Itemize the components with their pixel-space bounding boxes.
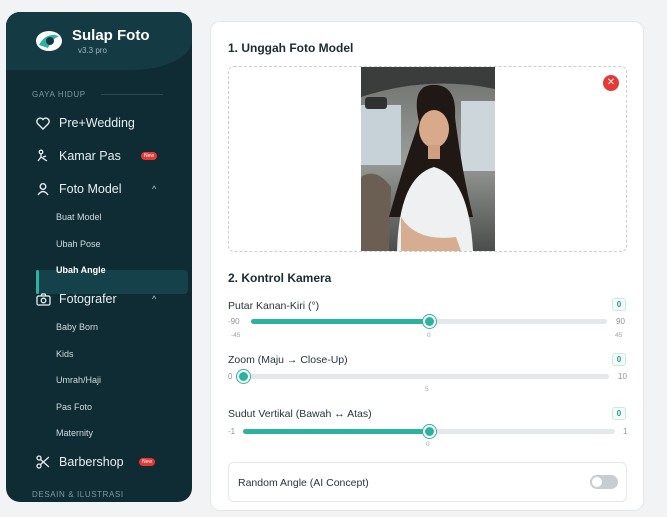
sidebar-item-label: Pre+Wedding xyxy=(59,116,135,130)
section-divider xyxy=(101,94,163,95)
camera-section-title: 2. Kontrol Kamera xyxy=(228,271,332,285)
remove-photo-button[interactable]: ✕ xyxy=(603,75,619,91)
slider-max-rotate: 90 xyxy=(616,317,625,326)
sub-item-buat-model[interactable]: Buat Model xyxy=(56,212,102,222)
model-photo xyxy=(361,67,495,251)
brand-version: v3.3 pro xyxy=(78,46,107,55)
slider-thumb[interactable] xyxy=(237,370,250,383)
hanger-icon xyxy=(34,147,52,165)
sidebar-item-pre-wedding[interactable]: Pre+Wedding xyxy=(6,111,192,135)
slider-rotate[interactable] xyxy=(251,315,607,328)
sidebar-item-label: Kamar Pas xyxy=(59,149,121,163)
chevron-up-icon: ^ xyxy=(152,294,157,304)
slider-max-zoom: 10 xyxy=(618,372,627,381)
sub-item-ubah-pose[interactable]: Ubah Pose xyxy=(56,239,101,249)
sidebar-item-label: Foto Model xyxy=(59,182,122,196)
section-label-desain-ilustrasi: DESAIN & ILUSTRASI xyxy=(32,490,124,499)
slider-max-vertical: 1 xyxy=(623,427,628,436)
slider-fill xyxy=(243,429,429,434)
brand-logo-icon xyxy=(36,31,62,51)
slider-min-vertical: -1 xyxy=(228,427,236,436)
sidebar-item-foto-model[interactable]: Foto Model ^ xyxy=(6,177,192,201)
chevron-up-icon: ^ xyxy=(152,184,157,194)
slider-min-zoom: 0 xyxy=(228,372,233,381)
slider-label-zoom: Zoom (Maju → Close-Up) xyxy=(228,354,348,366)
sub-item-pas-foto[interactable]: Pas Foto xyxy=(56,402,92,412)
sidebar-item-fotografer[interactable]: Fotografer ^ xyxy=(6,287,192,311)
scissors-icon xyxy=(34,453,52,471)
upload-section-title: 1. Unggah Foto Model xyxy=(228,41,354,55)
slider-vertical[interactable] xyxy=(243,425,615,438)
sub-item-umrah-haji[interactable]: Umrah/Haji xyxy=(56,375,101,385)
new-badge: New xyxy=(139,458,155,466)
slider-thumb[interactable] xyxy=(423,315,436,328)
slider-tick: 5 xyxy=(425,386,429,393)
main-card: 1. Unggah Foto Model ✕ 2. Kontrol Kamera… xyxy=(210,21,644,511)
slider-value-zoom: 0 xyxy=(612,353,626,366)
new-badge: New xyxy=(141,152,157,160)
slider-tick: 45 xyxy=(615,332,623,339)
slider-tick: 0 xyxy=(427,332,431,339)
slider-value-vertical: 0 xyxy=(612,407,626,420)
person-icon xyxy=(34,180,52,198)
random-angle-toggle[interactable] xyxy=(590,475,618,489)
sub-item-maternity[interactable]: Maternity xyxy=(56,428,93,438)
slider-tick: 0 xyxy=(426,441,430,448)
sidebar-item-label: Barbershop xyxy=(59,455,124,469)
slider-zoom[interactable] xyxy=(237,370,609,383)
slider-fill xyxy=(251,319,429,324)
heart-icon xyxy=(34,114,52,132)
sidebar-item-label: Fotografer xyxy=(59,292,117,306)
brand-header: Sulap Foto v3.3 pro xyxy=(6,12,192,70)
slider-label-vertical: Sudut Vertikal (Bawah ↔ Atas) xyxy=(228,408,372,420)
slider-label-rotate: Putar Kanan-Kiri (°) xyxy=(228,300,320,312)
toggle-knob xyxy=(592,477,602,487)
brand-name: Sulap Foto xyxy=(72,27,150,44)
upload-dropzone[interactable]: ✕ xyxy=(228,66,627,252)
slider-value-rotate: 0 xyxy=(612,298,626,311)
sub-item-ubah-angle[interactable]: Ubah Angle xyxy=(56,265,106,275)
slider-thumb[interactable] xyxy=(423,425,436,438)
sidebar-item-kamar-pas[interactable]: Kamar Pas New xyxy=(6,144,192,168)
random-angle-row: Random Angle (AI Concept) xyxy=(228,462,627,502)
random-angle-label: Random Angle (AI Concept) xyxy=(238,477,369,489)
slider-min-rotate: -90 xyxy=(228,317,240,326)
sidebar: Sulap Foto v3.3 pro GAYA HIDUP Pre+Weddi… xyxy=(6,12,192,502)
section-label-gaya-hidup: GAYA HIDUP xyxy=(32,90,86,99)
slider-tick: -45 xyxy=(231,332,241,339)
sub-item-baby-born[interactable]: Baby Born xyxy=(56,322,98,332)
camera-icon xyxy=(34,290,52,308)
sidebar-item-barbershop[interactable]: Barbershop New xyxy=(6,450,192,474)
sub-item-kids[interactable]: Kids xyxy=(56,349,74,359)
